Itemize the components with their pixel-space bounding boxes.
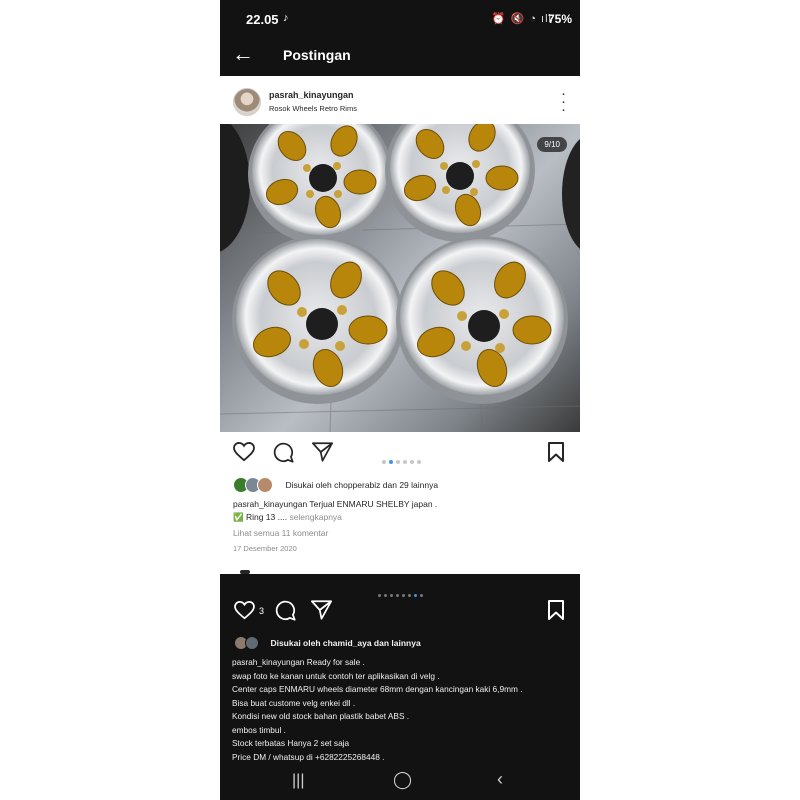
likes-text: Disukai oleh chamid_aya dan lainnya bbox=[270, 637, 421, 648]
caption-line: Center caps ENMARU wheels diameter 68mm … bbox=[232, 684, 523, 694]
carousel-dot bbox=[378, 594, 381, 597]
page-title: Postingan bbox=[283, 47, 351, 63]
carousel-indicator bbox=[382, 451, 424, 469]
carousel-dot bbox=[396, 460, 400, 464]
home-icon[interactable]: ◯ bbox=[393, 770, 412, 790]
more-options-icon[interactable]: · · · bbox=[561, 86, 566, 117]
caption-line: embos timbul . bbox=[232, 724, 286, 735]
liker-avatar bbox=[245, 635, 259, 650]
caption-line: Bisa buat custome velg enkei dll . bbox=[232, 697, 356, 708]
carousel-dot bbox=[403, 460, 407, 464]
carousel-dot bbox=[396, 594, 399, 597]
nav-back-icon[interactable]: ‹ bbox=[497, 769, 503, 790]
check-emoji-icon: ✅ bbox=[233, 512, 244, 522]
post-username[interactable]: pasrah_kinayungan bbox=[269, 90, 354, 100]
heart-icon[interactable] bbox=[233, 442, 255, 462]
tiktok-icon: ♪ bbox=[283, 12, 289, 24]
like-count: 3 bbox=[259, 606, 265, 616]
post-photo[interactable]: 9/10 bbox=[220, 124, 580, 432]
carousel-indicator bbox=[378, 584, 426, 602]
likes-summary[interactable]: Disukai oleh chopperabiz dan 29 lainnya bbox=[233, 476, 438, 494]
carousel-dot bbox=[389, 460, 393, 464]
share-icon[interactable] bbox=[312, 442, 333, 462]
carousel-dot bbox=[414, 594, 417, 597]
carousel-dot bbox=[408, 594, 411, 597]
caption-line: pasrah_kinayungan Ready for sale . bbox=[232, 657, 365, 667]
post-caption: pasrah_kinayungan Terjual ENMARU SHELBY … bbox=[233, 498, 568, 524]
carousel-dot bbox=[420, 594, 423, 597]
comment-icon[interactable] bbox=[275, 600, 296, 621]
post-card: pasrah_kinayungan Rosok Wheels Retro Rim… bbox=[220, 76, 580, 574]
bookmark-icon[interactable] bbox=[548, 600, 564, 620]
caption-line: ✅ Ring 13 .... selengkapnya bbox=[233, 511, 568, 524]
back-arrow-icon[interactable]: ← bbox=[232, 41, 254, 67]
liker-avatar bbox=[257, 476, 273, 493]
status-icons: ⏰ 🔇 ◔ ıll bbox=[491, 13, 552, 25]
likes-summary[interactable]: Disukai oleh chamid_aya dan lainnya bbox=[234, 634, 421, 652]
carousel-dot bbox=[384, 594, 387, 597]
status-time: 22.05 bbox=[246, 12, 279, 27]
avatar[interactable] bbox=[233, 88, 261, 116]
caption-line: pasrah_kinayungan Terjual ENMARU SHELBY … bbox=[233, 499, 438, 509]
bookmark-icon[interactable] bbox=[548, 442, 564, 462]
caption-line: Price DM / whatsup di +6282225268448 . bbox=[232, 751, 385, 762]
likes-text: Disukai oleh chopperabiz dan 29 lainnya bbox=[285, 479, 439, 490]
share-icon[interactable] bbox=[311, 600, 332, 620]
caption-line: swap foto ke kanan untuk contoh ter apli… bbox=[232, 670, 440, 681]
caption-line: Kondisi new old stock bahan plastik babe… bbox=[232, 711, 410, 721]
caption-text: Ring 13 .... bbox=[245, 512, 290, 522]
carousel-dot bbox=[402, 594, 405, 597]
post-card: 3 Disukai oleh chamid_aya dan lainnya pa… bbox=[220, 574, 580, 766]
system-nav-bar: ||| ◯ ‹ bbox=[220, 766, 580, 800]
more-link[interactable]: selengkapnya bbox=[289, 512, 341, 522]
recent-apps-icon[interactable]: ||| bbox=[292, 772, 304, 790]
phone-screen: 22.05 ♪ ⏰ 🔇 ◔ ıll 75% ← Postingan pasrah… bbox=[220, 0, 580, 800]
image-counter: 9/10 bbox=[537, 137, 567, 152]
carousel-dot bbox=[390, 594, 393, 597]
status-bar: 22.05 ♪ ⏰ 🔇 ◔ ıll 75% bbox=[220, 0, 580, 38]
caption-line: Stock terbatas Hanya 2 set saja bbox=[232, 738, 350, 748]
top-header: ← Postingan bbox=[220, 38, 580, 74]
post-caption: pasrah_kinayungan Ready for sale . swap … bbox=[232, 656, 572, 764]
comment-icon[interactable] bbox=[273, 442, 294, 463]
heart-icon[interactable] bbox=[234, 601, 255, 620]
carousel-dot bbox=[410, 460, 414, 464]
carousel-dot bbox=[417, 460, 421, 464]
battery-level: 75% bbox=[547, 12, 572, 26]
view-comments-link[interactable]: Lihat semua 11 komentar bbox=[233, 528, 328, 538]
post-location[interactable]: Rosok Wheels Retro Rims bbox=[269, 104, 357, 113]
post-date: 17 Desember 2020 bbox=[233, 544, 297, 553]
carousel-dot bbox=[382, 460, 386, 464]
wheels-photo bbox=[220, 124, 580, 432]
post-actions bbox=[220, 438, 580, 468]
